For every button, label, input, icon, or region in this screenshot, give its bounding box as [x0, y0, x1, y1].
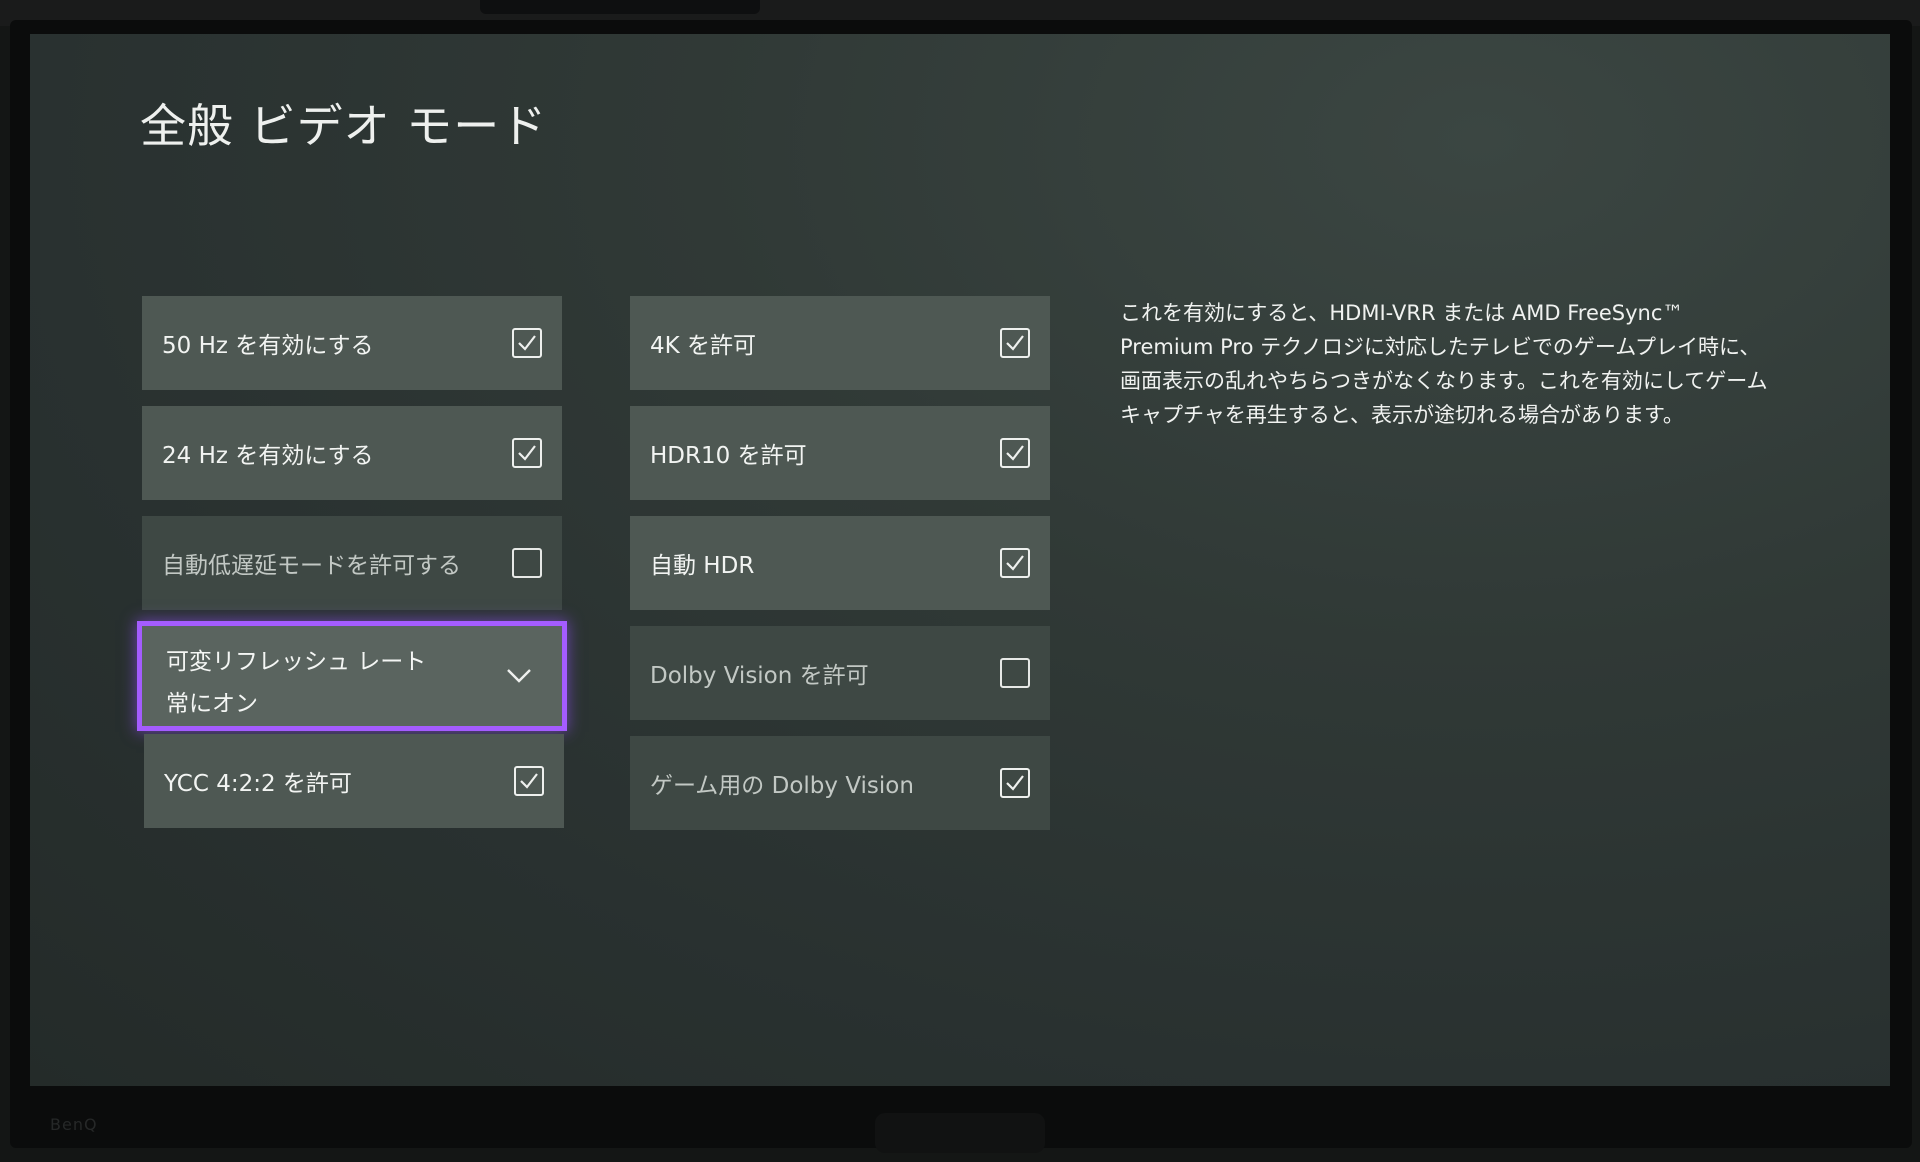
monitor-stand-notch [875, 1113, 1045, 1153]
monitor-brand-logo: BenQ [50, 1115, 98, 1134]
option-4k[interactable]: 4K を許可 [630, 296, 1050, 390]
option-allm-label: 自動低遅延モードを許可する [162, 553, 461, 579]
option-50hz-label: 50 Hz を有効にする [162, 333, 374, 359]
option-24hz[interactable]: 24 Hz を有効にする [142, 406, 562, 500]
option-dolby-vision-gaming[interactable]: ゲーム用の Dolby Vision [630, 736, 1050, 830]
option-24hz-label: 24 Hz を有効にする [162, 443, 374, 469]
option-allm-checkbox[interactable] [512, 548, 542, 578]
background-device [480, 0, 760, 14]
check-icon [518, 335, 536, 351]
check-icon [1006, 335, 1024, 351]
check-icon [518, 445, 536, 461]
setting-description: これを有効にすると、HDMI-VRR または AMD FreeSync™ Pre… [1120, 296, 1800, 432]
option-50hz[interactable]: 50 Hz を有効にする [142, 296, 562, 390]
option-ycc422[interactable]: YCC 4:2:2 を許可 [144, 734, 564, 828]
description-line: キャプチャを再生すると、表示が途切れる場合があります。 [1120, 403, 1684, 427]
option-24hz-checkbox[interactable] [512, 438, 542, 468]
description-line: 画面表示の乱れやちらつきがなくなります。これを有効にしてゲーム [1120, 369, 1768, 393]
description-line: Premium Pro テクノロジに対応したテレビでのゲームプレイ時に、 [1120, 335, 1761, 359]
vrr-dropdown-label: 可変リフレッシュ レート [166, 649, 427, 675]
option-4k-label: 4K を許可 [650, 333, 757, 359]
option-auto-hdr-checkbox[interactable] [1000, 548, 1030, 578]
option-ycc422-checkbox[interactable] [514, 766, 544, 796]
page-title: 全般 ビデオ モード [140, 99, 548, 153]
option-dolby-vision-gaming-label: ゲーム用の Dolby Vision [650, 773, 914, 799]
option-hdr10-label: HDR10 を許可 [650, 443, 807, 469]
description-line: これを有効にすると、HDMI-VRR または AMD FreeSync™ [1120, 301, 1684, 325]
option-allm[interactable]: 自動低遅延モードを許可する [142, 516, 562, 610]
option-4k-checkbox[interactable] [1000, 328, 1030, 358]
option-hdr10[interactable]: HDR10 を許可 [630, 406, 1050, 500]
option-50hz-checkbox[interactable] [512, 328, 542, 358]
option-dolby-vision-checkbox[interactable] [1000, 658, 1030, 688]
option-auto-hdr[interactable]: 自動 HDR [630, 516, 1050, 610]
check-icon [1006, 445, 1024, 461]
option-hdr10-checkbox[interactable] [1000, 438, 1030, 468]
chevron-down-icon [507, 669, 531, 683]
vrr-dropdown[interactable]: 可変リフレッシュ レート 常にオン [137, 621, 567, 731]
option-auto-hdr-label: 自動 HDR [650, 553, 755, 579]
check-icon [520, 773, 538, 789]
option-ycc422-label: YCC 4:2:2 を許可 [164, 771, 352, 797]
vrr-dropdown-value: 常にオン [166, 691, 258, 717]
check-icon [1006, 555, 1024, 571]
check-icon [1006, 775, 1024, 791]
option-dolby-vision[interactable]: Dolby Vision を許可 [630, 626, 1050, 720]
settings-screen: 全般 ビデオ モード 50 Hz を有効にする 24 Hz を有効にする 自動低… [30, 34, 1890, 1086]
option-dolby-vision-gaming-checkbox[interactable] [1000, 768, 1030, 798]
option-dolby-vision-label: Dolby Vision を許可 [650, 663, 869, 689]
